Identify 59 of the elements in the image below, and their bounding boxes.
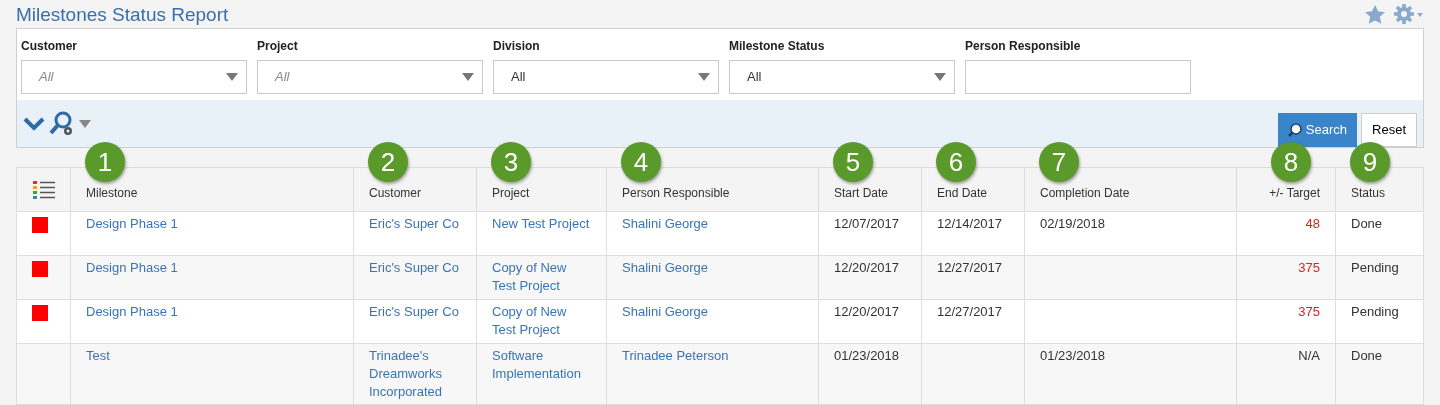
input-field[interactable]	[965, 60, 1191, 94]
table-cell: 01/23/2018	[1040, 348, 1106, 363]
number-callout: 2	[368, 142, 408, 182]
legend-list-icon[interactable]	[32, 179, 55, 200]
settings-icon[interactable]	[1394, 3, 1424, 25]
dropdown-field[interactable]: All	[257, 60, 483, 94]
table-cell: Done	[1351, 348, 1383, 363]
table-cell: 02/19/2018	[1040, 216, 1106, 231]
caret-icon[interactable]	[79, 119, 91, 128]
caret-icon	[226, 73, 238, 81]
column-header[interactable]: Completion Date	[1040, 185, 1130, 200]
table-cell: Pending	[1351, 304, 1399, 319]
number-callout: 7	[1039, 142, 1079, 182]
number-callout: 3	[491, 142, 531, 182]
dropdown-field[interactable]: All	[493, 60, 719, 94]
number-callout: 1	[85, 142, 125, 182]
table-cell: N/A	[1298, 348, 1320, 363]
number-callout: 6	[936, 142, 976, 182]
search-button[interactable]: Search	[1277, 112, 1358, 147]
table-cell: Done	[1351, 216, 1383, 231]
table-cell: 375	[1298, 260, 1320, 275]
column-header[interactable]: Project	[492, 185, 530, 200]
filter-label: Project	[257, 38, 299, 55]
filter-label: Milestone Status	[729, 38, 826, 55]
table-cell: 375	[1298, 304, 1320, 319]
table-cell: 12/14/2017	[937, 216, 1003, 231]
reset-button[interactable]: Reset	[1361, 112, 1417, 147]
table-cell: Pending	[1351, 260, 1399, 275]
column-header[interactable]: +/- Target	[1269, 185, 1320, 200]
filter-label: Customer	[21, 38, 78, 55]
dropdown-field[interactable]: All	[21, 60, 247, 94]
filter-label: Division	[493, 38, 541, 55]
column-header[interactable]: Customer	[369, 185, 421, 200]
table-cell: 12/27/2017	[937, 260, 1003, 275]
table-cell: 12/07/2017	[834, 216, 900, 231]
column-header[interactable]: Status	[1351, 185, 1386, 200]
column-header[interactable]: Milestone	[86, 185, 138, 200]
chevron-down-icon[interactable]	[23, 116, 45, 131]
table-cell: 48	[1305, 216, 1320, 231]
number-callout: 8	[1271, 142, 1311, 182]
number-callout: 4	[621, 142, 661, 182]
table-cell: 12/20/2017	[834, 304, 900, 319]
column-header[interactable]: Start Date	[834, 185, 889, 200]
caret-icon	[698, 73, 710, 81]
star-icon[interactable]	[1364, 3, 1386, 25]
column-header[interactable]: End Date	[937, 185, 988, 200]
caret-icon	[934, 73, 946, 81]
page-title: Milestones Status Report	[16, 3, 229, 27]
caret-icon	[462, 73, 474, 81]
column-header[interactable]: Person Responsible	[622, 185, 730, 200]
search-settings-icon[interactable]	[49, 110, 75, 137]
number-callout: 9	[1350, 142, 1390, 182]
dropdown-field[interactable]: All	[729, 60, 955, 94]
filter-label: Person Responsible	[965, 38, 1082, 55]
table-cell: 12/27/2017	[937, 304, 1003, 319]
table-cell: 01/23/2018	[834, 348, 900, 363]
table-cell: 12/20/2017	[834, 260, 900, 275]
number-callout: 5	[833, 142, 873, 182]
search-icon	[1287, 122, 1302, 137]
